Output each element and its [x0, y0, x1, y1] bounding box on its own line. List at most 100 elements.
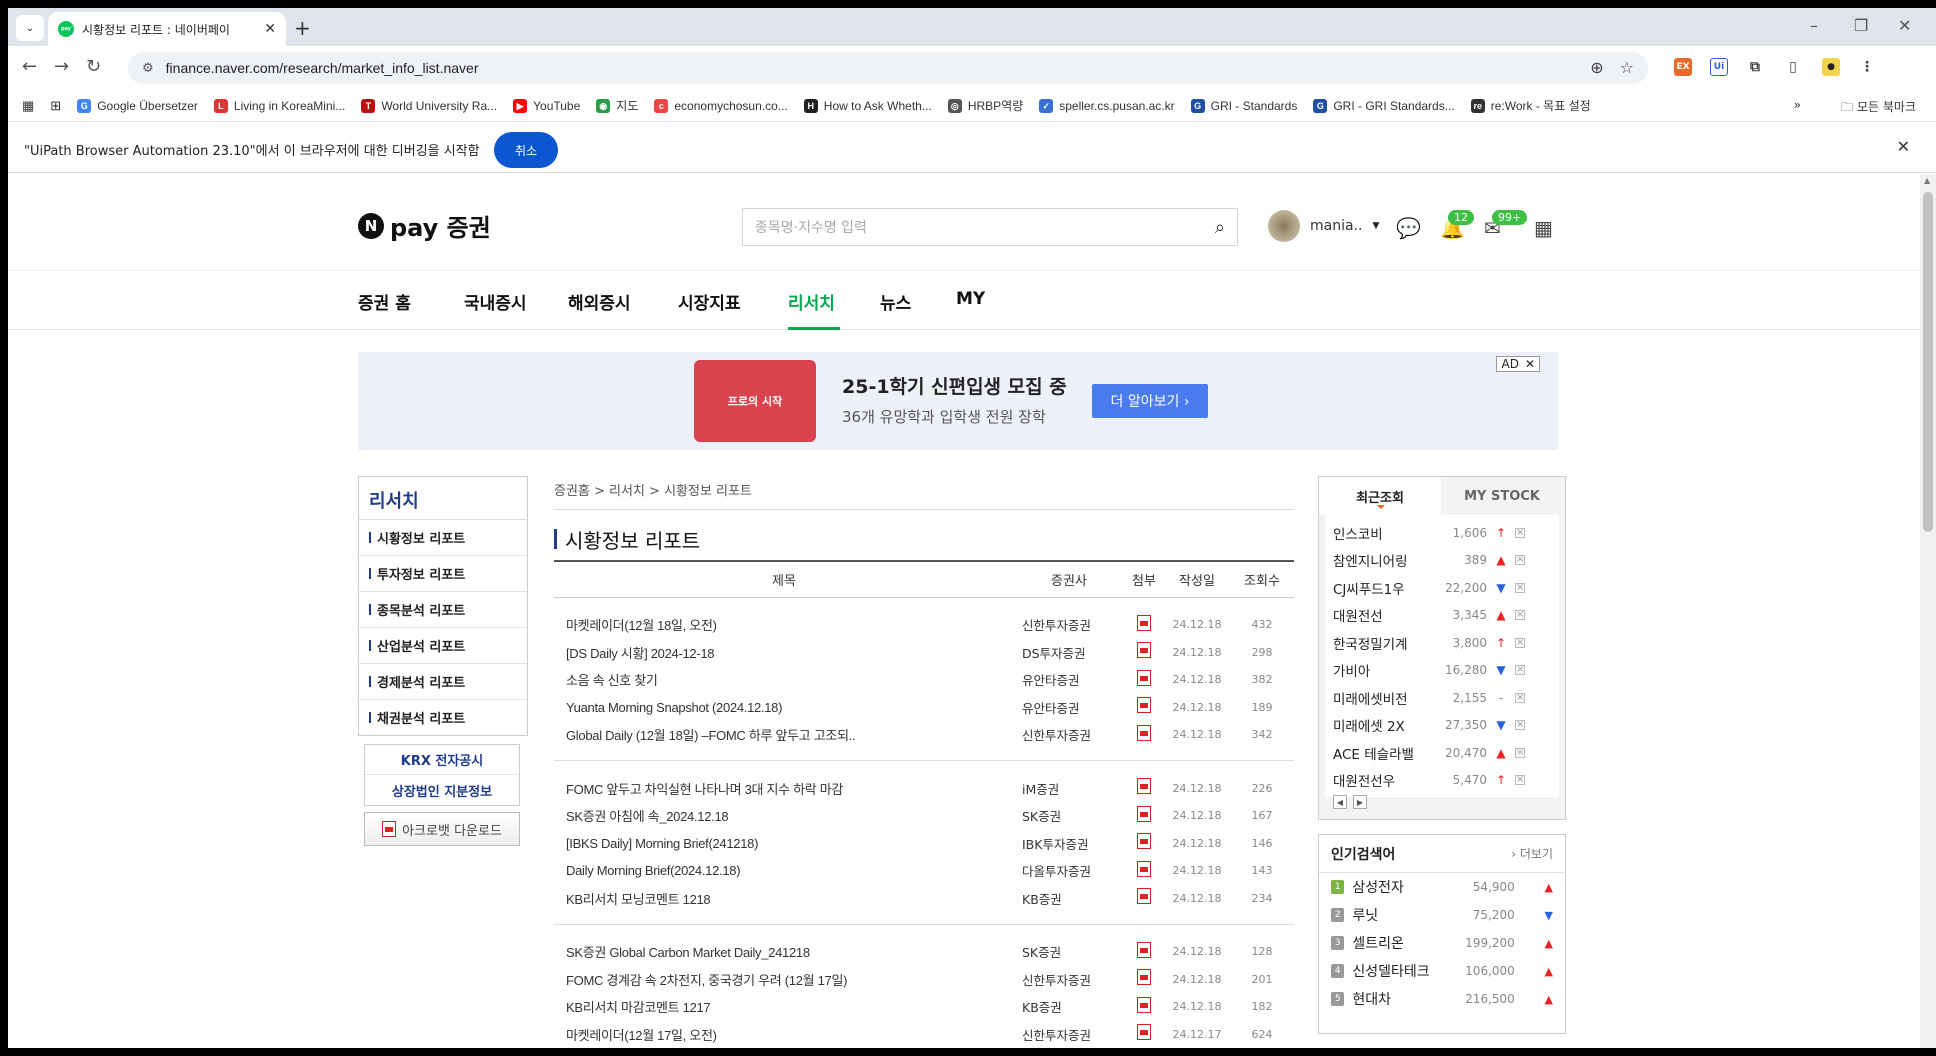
- stock-name[interactable]: 인스코비: [1333, 523, 1443, 543]
- delete-icon[interactable]: ×: [1515, 610, 1525, 621]
- report-title-link[interactable]: [DS Daily 시황] 2024-12-18: [554, 639, 1014, 667]
- report-title-link[interactable]: 마켓레이더(12월 18일, 오전): [554, 611, 1014, 639]
- address-bar[interactable]: ⚙ finance.naver.com/research/market_info…: [128, 52, 1648, 84]
- listed-equity-link[interactable]: 상장법인 지분정보: [365, 775, 519, 805]
- pdf-attachment[interactable]: [1124, 993, 1164, 1021]
- stock-name[interactable]: 대원전선: [1333, 605, 1443, 625]
- stock-name[interactable]: 신성델타테크: [1352, 961, 1457, 981]
- recent-stock-item[interactable]: 대원전선 3,345 ▲ ×: [1325, 602, 1559, 630]
- recent-stock-item[interactable]: 한국정밀기계 3,800 ↑ ×: [1325, 629, 1559, 657]
- report-title-link[interactable]: FOMC 경계감 속 2차전지, 중국경기 우려 (12월 17일): [554, 966, 1014, 994]
- popular-item[interactable]: 1 삼성전자 54,900 ▲: [1319, 873, 1565, 901]
- pdf-attachment[interactable]: [1124, 966, 1164, 994]
- stock-name[interactable]: 셀트리온: [1352, 933, 1457, 953]
- prev-page-icon[interactable]: ◀: [1333, 795, 1347, 809]
- stock-name[interactable]: 가비아: [1333, 660, 1443, 680]
- report-title-link[interactable]: KB리서치 마감코멘트 1217: [554, 993, 1014, 1021]
- pdf-attachment[interactable]: [1124, 830, 1164, 858]
- recent-stock-item[interactable]: 가비아 16,280 ▼ ×: [1325, 657, 1559, 685]
- pdf-attachment[interactable]: [1124, 857, 1164, 885]
- stock-name[interactable]: 대원전선우: [1333, 770, 1443, 790]
- delete-icon[interactable]: ×: [1515, 665, 1525, 676]
- popular-item[interactable]: 2 루닛 75,200 ▼: [1319, 901, 1565, 929]
- recent-stock-item[interactable]: 미래에셋비전 2,155- ×: [1325, 684, 1559, 712]
- reload-icon[interactable]: ↻: [86, 56, 101, 77]
- site-info-icon[interactable]: ⚙: [142, 61, 154, 76]
- recent-stock-item[interactable]: ACE 테슬라밸 20,470 ▲ ×: [1325, 739, 1559, 767]
- forward-icon[interactable]: →: [54, 56, 69, 77]
- scroll-thumb[interactable]: [1923, 192, 1933, 532]
- stock-name[interactable]: ACE 테슬라밸: [1333, 743, 1443, 763]
- profile-avatar-icon[interactable]: ●: [1822, 58, 1840, 76]
- stock-name[interactable]: 미래에셋 2X: [1333, 715, 1443, 735]
- close-window-icon[interactable]: ✕: [1898, 16, 1911, 35]
- url-text[interactable]: finance.naver.com/research/market_info_l…: [166, 60, 479, 76]
- new-tab-button[interactable]: +: [294, 16, 311, 40]
- report-title-link[interactable]: KB리서치 모닝코멘트 1218: [554, 885, 1014, 913]
- chrome-menu-icon[interactable]: ⋮: [1858, 58, 1876, 76]
- krx-disclosure-link[interactable]: KRX 전자공시: [365, 745, 519, 775]
- delete-icon[interactable]: ×: [1515, 527, 1525, 538]
- user-menu[interactable]: mania.. ▼: [1268, 210, 1379, 242]
- tab-groups-icon[interactable]: ⊞: [50, 98, 61, 114]
- extension-ex-icon[interactable]: EX: [1674, 58, 1692, 76]
- sidebar-item-company[interactable]: 종목분석 리포트: [358, 592, 528, 628]
- stock-name[interactable]: 미래에셋비전: [1333, 688, 1443, 708]
- pdf-attachment[interactable]: [1124, 639, 1164, 667]
- bookmark-star-icon[interactable]: ☆: [1620, 58, 1634, 77]
- reading-list-icon[interactable]: ▯: [1784, 58, 1802, 76]
- report-title-link[interactable]: SK증권 아침에 속_2024.12.18: [554, 802, 1014, 830]
- ad-learn-more-button[interactable]: 더 알아보기 ›: [1092, 384, 1208, 418]
- bookmark-item[interactable]: ✓ speller.cs.pusan.ac.kr: [1039, 98, 1175, 113]
- acrobat-download-button[interactable]: 아크로뱃 다운로드: [364, 812, 520, 846]
- pdf-attachment[interactable]: [1124, 694, 1164, 722]
- minimize-icon[interactable]: –: [1810, 16, 1818, 35]
- nav-domestic[interactable]: 국내증시: [464, 289, 527, 314]
- bookmark-item[interactable]: L Living in KoreaMini...: [213, 98, 345, 113]
- recent-stock-item[interactable]: 참엔지니어링 389 ▲ ×: [1325, 547, 1559, 575]
- all-bookmarks-button[interactable]: 🗀 모든 북마크: [1841, 98, 1916, 119]
- pdf-attachment[interactable]: [1124, 938, 1164, 966]
- apps-icon[interactable]: ▦: [22, 98, 34, 114]
- bookmark-item[interactable]: ◉ 지도: [596, 97, 638, 114]
- popular-item[interactable]: 3 셀트리온 199,200 ▲: [1319, 929, 1565, 957]
- bookmark-item[interactable]: c economychosun.co...: [654, 98, 788, 113]
- sidebar-item-industry[interactable]: 산업분석 리포트: [358, 628, 528, 664]
- delete-icon[interactable]: ×: [1515, 692, 1525, 703]
- nav-overseas[interactable]: 해외증시: [568, 289, 631, 314]
- delete-icon[interactable]: ×: [1515, 720, 1525, 731]
- pdf-attachment[interactable]: [1124, 666, 1164, 694]
- pdf-attachment[interactable]: [1124, 885, 1164, 913]
- tab-my-stock[interactable]: MY STOCK: [1441, 477, 1563, 515]
- nav-news[interactable]: 뉴스: [880, 289, 911, 314]
- browser-tab-active[interactable]: pay 시황정보 리포트 : 네이버페이 ✕: [48, 12, 286, 46]
- pdf-attachment[interactable]: [1124, 802, 1164, 830]
- delete-icon[interactable]: ×: [1515, 747, 1525, 758]
- cancel-debug-button[interactable]: 취소: [494, 132, 558, 168]
- delete-icon[interactable]: ×: [1515, 555, 1525, 566]
- bookmark-item[interactable]: ▶ YouTube: [513, 98, 580, 113]
- report-title-link[interactable]: Global Daily (12월 18일) –FOMC 하루 앞두고 고조되.…: [554, 721, 1014, 749]
- next-page-icon[interactable]: ▶: [1353, 795, 1367, 809]
- pdf-attachment[interactable]: [1124, 611, 1164, 639]
- chat-icon[interactable]: 💬: [1396, 216, 1421, 240]
- restore-icon[interactable]: ❐: [1854, 16, 1868, 35]
- report-title-link[interactable]: FOMC 앞두고 차익실현 나타나며 3대 지수 하락 마감: [554, 775, 1014, 803]
- sidebar-item-debenture[interactable]: 채권분석 리포트: [358, 700, 528, 736]
- stock-name[interactable]: 한국정밀기계: [1333, 633, 1443, 653]
- delete-icon[interactable]: ×: [1515, 582, 1525, 593]
- report-title-link[interactable]: 소음 속 신호 찾기: [554, 666, 1014, 694]
- tab-search-button[interactable]: ⌄: [16, 15, 44, 41]
- bookmark-item[interactable]: ◎ HRBP역량: [947, 97, 1023, 114]
- sidebar-item-invest-info[interactable]: 투자정보 리포트: [358, 556, 528, 592]
- tab-recent[interactable]: 최근조회: [1319, 477, 1441, 515]
- bookmark-item[interactable]: H How to Ask Wheth...: [803, 98, 932, 113]
- nav-research[interactable]: 리서치: [788, 289, 835, 314]
- popular-more-link[interactable]: › 더보기: [1511, 845, 1553, 862]
- delete-icon[interactable]: ×: [1515, 775, 1525, 786]
- close-infobar-icon[interactable]: ✕: [1897, 137, 1910, 156]
- nav-market-index[interactable]: 시장지표: [678, 289, 741, 314]
- nav-home[interactable]: 증권 홈: [358, 289, 411, 314]
- bookmark-item[interactable]: T World University Ra...: [361, 98, 497, 113]
- pdf-attachment[interactable]: [1124, 775, 1164, 803]
